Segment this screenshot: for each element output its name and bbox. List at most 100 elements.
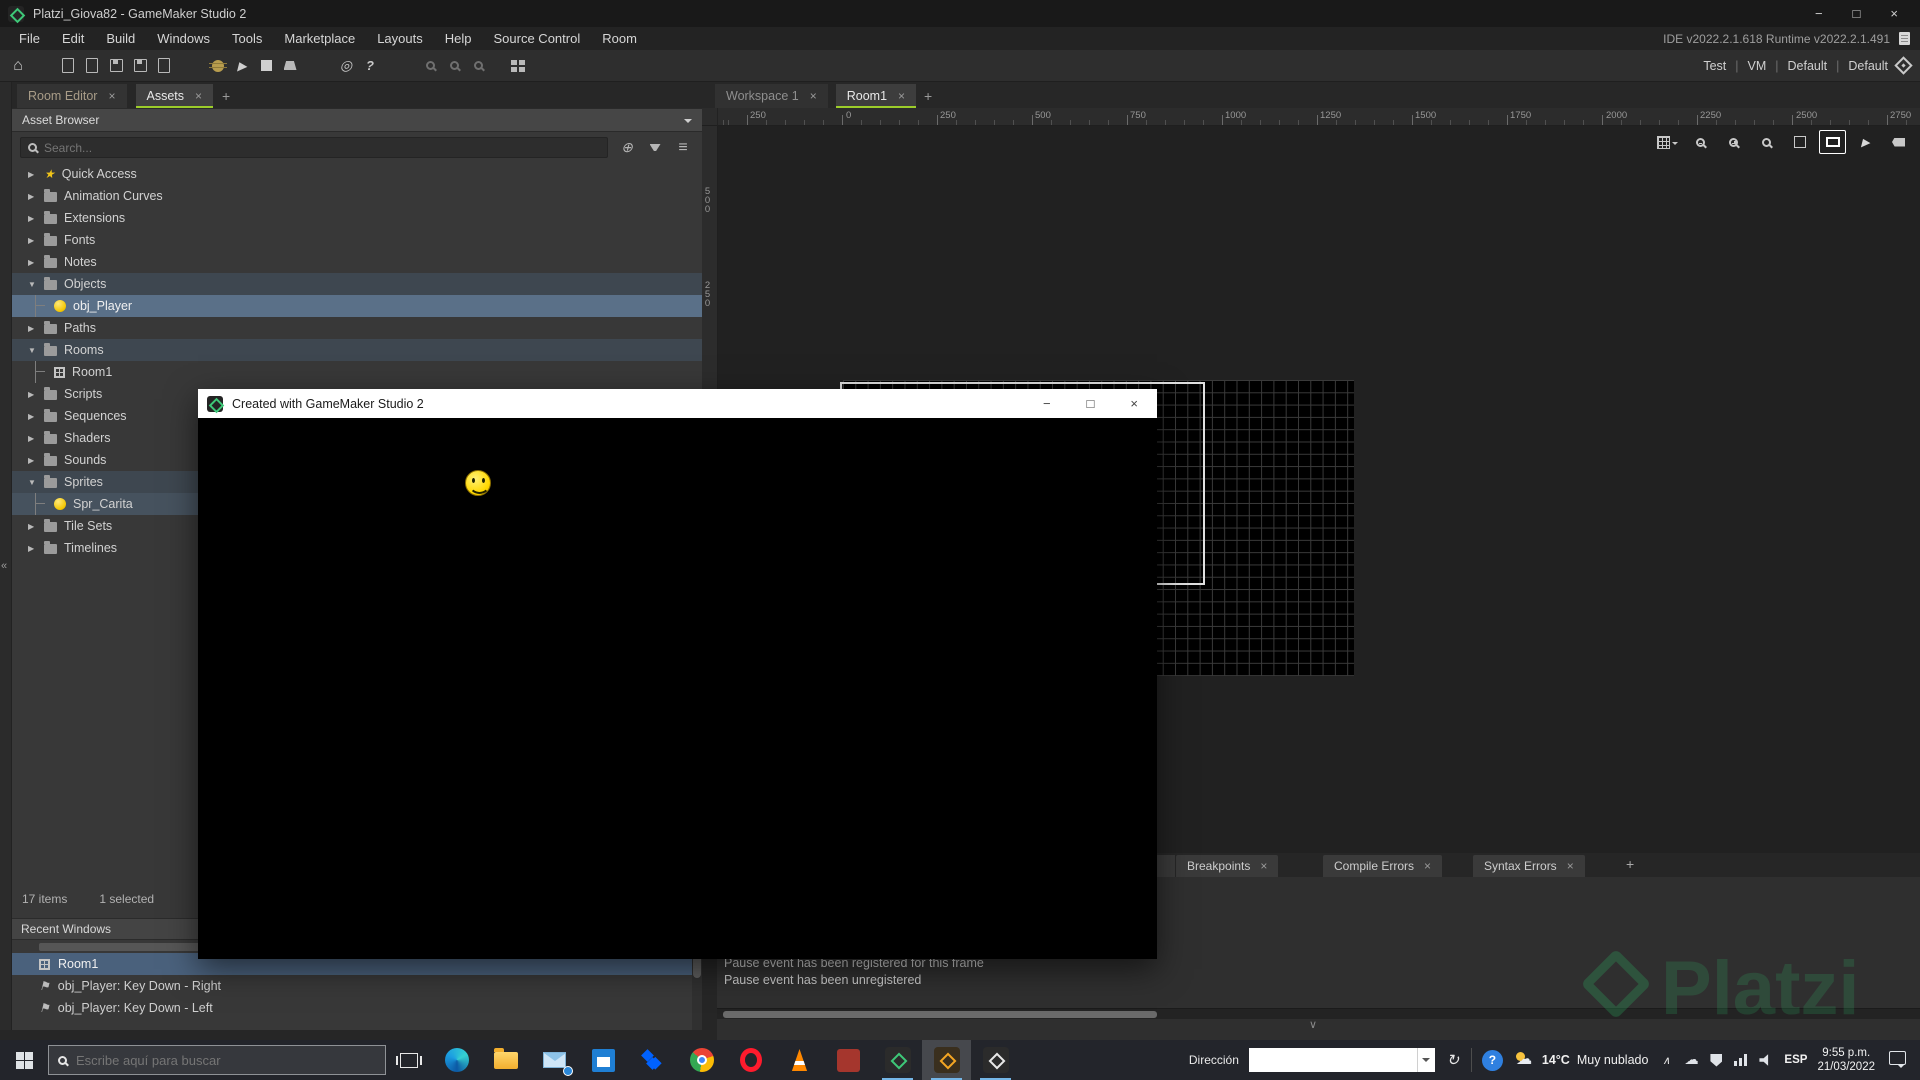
expander-icon[interactable] — [28, 390, 37, 399]
close-tab-icon[interactable]: × — [1567, 859, 1574, 873]
menu-help[interactable]: Help — [434, 27, 483, 50]
volume-icon[interactable] — [1758, 1052, 1774, 1068]
menu-room[interactable]: Room — [591, 27, 648, 50]
taskbar-clock[interactable]: 9:55 p.m. 21/03/2022 — [1817, 1046, 1875, 1074]
recent-item-keydown-right[interactable]: obj_Player: Key Down - Right — [12, 975, 702, 997]
scrollbar-thumb[interactable] — [723, 1011, 1157, 1018]
tree-item-animation-curves[interactable]: Animation Curves — [12, 185, 702, 207]
taskbar-file-explorer[interactable] — [481, 1040, 530, 1080]
taskbar-mail[interactable] — [530, 1040, 579, 1080]
tree-item-objects[interactable]: Objects — [12, 273, 702, 295]
close-tab-icon[interactable]: × — [898, 89, 905, 103]
taskbar-app-red[interactable] — [824, 1040, 873, 1080]
new-workspace-tab-button[interactable]: + — [924, 88, 932, 104]
menu-file[interactable]: File — [8, 27, 51, 50]
maximize-button[interactable]: □ — [1853, 6, 1861, 21]
expander-icon[interactable] — [28, 478, 37, 487]
menu-tools[interactable]: Tools — [221, 27, 273, 50]
notification-center-icon[interactable] — [1889, 1051, 1906, 1065]
tree-item-extensions[interactable]: Extensions — [12, 207, 702, 229]
new-project-button[interactable] — [56, 53, 80, 79]
taskbar-vlc[interactable] — [775, 1040, 824, 1080]
grid-options-button[interactable] — [1654, 130, 1681, 154]
close-tab-icon[interactable]: × — [1260, 859, 1267, 873]
close-tab-icon[interactable]: × — [1424, 859, 1431, 873]
expander-icon[interactable] — [28, 258, 37, 267]
taskbar-edge[interactable] — [432, 1040, 481, 1080]
help-button[interactable] — [358, 53, 382, 79]
tab-assets[interactable]: Assets × — [136, 84, 214, 108]
tree-item-obj-player[interactable]: obj_Player — [12, 295, 702, 317]
tree-item-room1[interactable]: Room1 — [12, 361, 702, 383]
taskbar-opera[interactable] — [726, 1040, 775, 1080]
open-project-button[interactable] — [80, 53, 104, 79]
target-config-label[interactable]: Default — [1788, 59, 1828, 73]
run-room-button[interactable] — [1852, 130, 1879, 154]
defender-shield-icon[interactable] — [1708, 1052, 1724, 1068]
collapse-panel-button[interactable]: « — [1, 560, 7, 572]
expander-icon[interactable] — [28, 522, 37, 531]
taskbar-help-icon[interactable] — [1482, 1050, 1503, 1071]
taskbar-gamemaker-2[interactable] — [971, 1040, 1020, 1080]
search-input[interactable] — [44, 141, 600, 155]
tray-expand-button[interactable] — [1658, 1052, 1674, 1068]
expander-icon[interactable] — [28, 192, 37, 201]
expander-icon[interactable] — [28, 236, 37, 245]
taskbar-dropbox[interactable] — [628, 1040, 677, 1080]
language-indicator[interactable]: ESP — [1784, 1054, 1807, 1066]
home-button[interactable] — [6, 53, 30, 79]
game-target-button[interactable] — [334, 53, 358, 79]
target-output-label[interactable]: VM — [1748, 59, 1767, 73]
zoom-out-button[interactable] — [1687, 130, 1714, 154]
tab-room-editor[interactable]: Room Editor × — [17, 84, 127, 108]
taskbar-gamemaker-1[interactable] — [873, 1040, 922, 1080]
taskbar-gamemaker-active[interactable] — [922, 1040, 971, 1080]
expander-icon[interactable] — [28, 544, 37, 553]
tree-item-rooms[interactable]: Rooms — [12, 339, 702, 361]
taskbar-search-input[interactable] — [76, 1053, 376, 1068]
chevron-down-icon[interactable] — [1417, 1048, 1435, 1072]
zoom-reset-button[interactable] — [442, 53, 466, 79]
recent-item-keydown-left[interactable]: obj_Player: Key Down - Left — [12, 997, 702, 1019]
tab-compile-errors[interactable]: Compile Errors × — [1323, 855, 1442, 877]
run-button[interactable] — [230, 53, 254, 79]
expander-icon[interactable] — [28, 434, 37, 443]
tab-workspace-1[interactable]: Workspace 1 × — [715, 84, 828, 108]
expander-icon[interactable] — [28, 170, 37, 179]
inheritance-tag-button[interactable] — [1885, 130, 1912, 154]
start-button[interactable] — [0, 1040, 48, 1080]
menu-marketplace[interactable]: Marketplace — [273, 27, 366, 50]
fit-view-button[interactable] — [1786, 130, 1813, 154]
tab-room1[interactable]: Room1 × — [836, 84, 916, 108]
tree-item-quick-access[interactable]: Quick Access — [12, 163, 702, 185]
onedrive-icon[interactable] — [1683, 1052, 1699, 1068]
menu-build[interactable]: Build — [95, 27, 146, 50]
tab-syntax-errors[interactable]: Syntax Errors × — [1473, 855, 1585, 877]
expander-icon[interactable] — [28, 456, 37, 465]
weather-widget[interactable]: 14°C Muy nublado — [1513, 1052, 1649, 1068]
asset-browser-dropdown[interactable]: Asset Browser — [12, 108, 702, 132]
minimize-button[interactable]: − — [1815, 6, 1823, 21]
minimize-button[interactable]: − — [1043, 396, 1051, 411]
toggle-viewports-button[interactable] — [1819, 130, 1846, 154]
target-platform-label[interactable]: Test — [1703, 59, 1726, 73]
target-manager-icon[interactable] — [1894, 56, 1912, 74]
close-button[interactable]: × — [1890, 6, 1898, 21]
layout-windows-button[interactable] — [506, 53, 530, 79]
expander-icon[interactable] — [28, 324, 37, 333]
menu-edit[interactable]: Edit — [51, 27, 95, 50]
direccion-combobox[interactable] — [1249, 1048, 1435, 1072]
expander-icon[interactable] — [28, 412, 37, 421]
game-window-titlebar[interactable]: Created with GameMaker Studio 2 − □ × — [198, 389, 1157, 418]
close-button[interactable]: × — [1130, 396, 1138, 411]
menu-windows[interactable]: Windows — [146, 27, 221, 50]
target-device-label[interactable]: Default — [1848, 59, 1888, 73]
network-icon[interactable] — [1733, 1052, 1749, 1068]
tree-item-fonts[interactable]: Fonts — [12, 229, 702, 251]
menu-source-control[interactable]: Source Control — [483, 27, 592, 50]
taskbar-search[interactable] — [48, 1045, 386, 1075]
zoom-reset-button[interactable] — [1753, 130, 1780, 154]
expander-icon[interactable] — [28, 280, 37, 289]
menu-layouts[interactable]: Layouts — [366, 27, 434, 50]
new-tab-button[interactable]: + — [222, 88, 230, 104]
